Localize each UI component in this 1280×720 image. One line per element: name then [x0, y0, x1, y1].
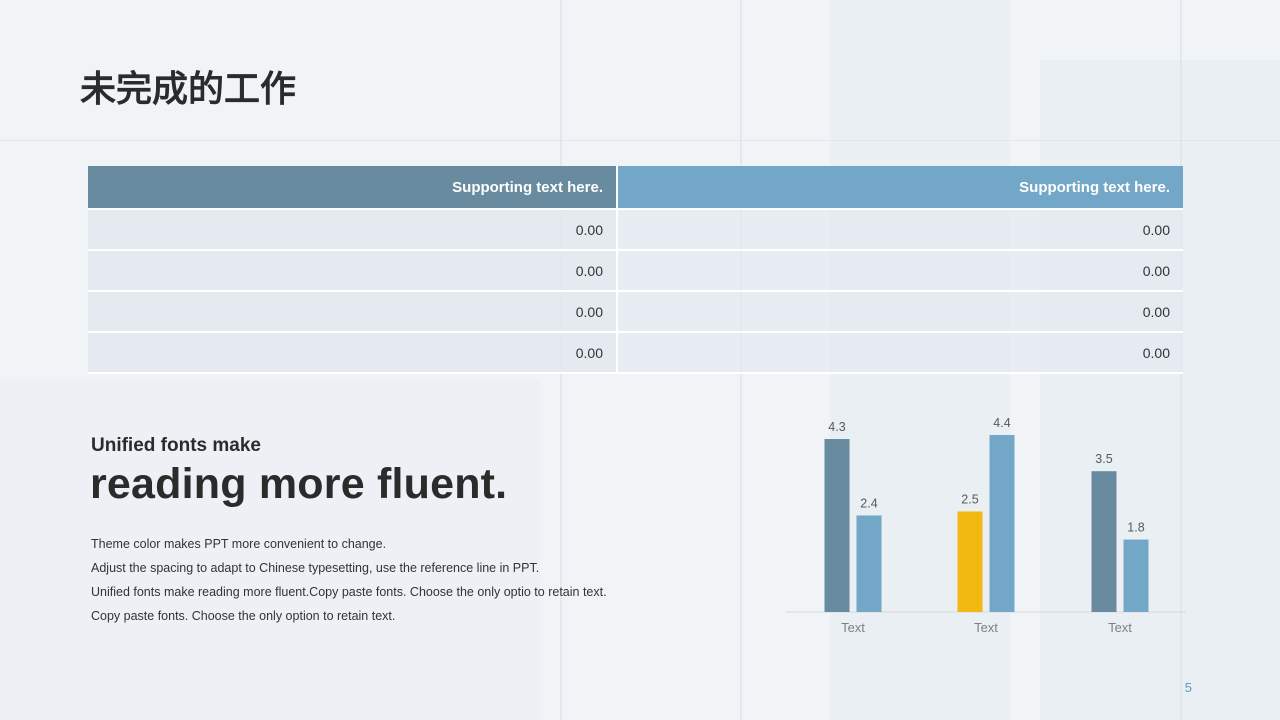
table-cell: 0.00 [617, 249, 1183, 291]
bar [989, 435, 1015, 612]
body-line: Theme color makes PPT more convenient to… [91, 537, 387, 551]
data-label: 2.4 [860, 496, 877, 510]
table-cell: 0.00 [617, 208, 1183, 250]
text-heading: reading more fluent. [90, 460, 508, 508]
table-row: 0.00 0.00 [88, 208, 1183, 250]
bar [957, 511, 983, 612]
table-cell: 0.00 [617, 331, 1183, 374]
x-tick-label: Text [841, 620, 865, 635]
data-label: 3.5 [1095, 452, 1112, 466]
body-line: Copy paste fonts. Choose the only option… [91, 609, 396, 623]
data-label: 4.3 [828, 420, 845, 434]
bar [824, 439, 850, 612]
bar [1091, 471, 1117, 612]
body-line: Unified fonts make reading more fluent.C… [91, 585, 607, 599]
data-label: 4.4 [993, 416, 1010, 430]
page-title: 未完成的工作 [80, 69, 297, 110]
table-cell: 0.00 [88, 290, 618, 332]
bar [1123, 539, 1149, 612]
body-text: Theme color makes PPT more convenient to… [91, 532, 607, 628]
table-header-row: Supporting text here. Supporting text he… [88, 166, 1183, 209]
table-header-cell: Supporting text here. [88, 166, 618, 209]
x-tick-label: Text [974, 620, 998, 635]
x-tick-label: Text [1108, 620, 1132, 635]
bar [856, 515, 882, 612]
table-cell: 0.00 [88, 249, 618, 291]
table-cell: 0.00 [88, 208, 618, 250]
data-table: Supporting text here. Supporting text he… [88, 166, 1183, 374]
body-line: Adjust the spacing to adapt to Chinese t… [91, 561, 540, 575]
table-row: 0.00 0.00 [88, 331, 1183, 374]
table-cell: 0.00 [617, 290, 1183, 332]
page-number: 5 [1184, 680, 1192, 695]
bar-chart: 4.3 2.4 Text 2.5 4.4 Text 3.5 1.8 Text [786, 416, 1186, 635]
table-header-cell: Supporting text here. [617, 166, 1183, 209]
table-cell: 0.00 [88, 331, 618, 374]
data-label: 1.8 [1127, 521, 1144, 535]
text-subheading: Unified fonts make [91, 435, 261, 456]
data-label: 2.5 [961, 492, 978, 506]
table-row: 0.00 0.00 [88, 290, 1183, 332]
table-row: 0.00 0.00 [88, 249, 1183, 291]
